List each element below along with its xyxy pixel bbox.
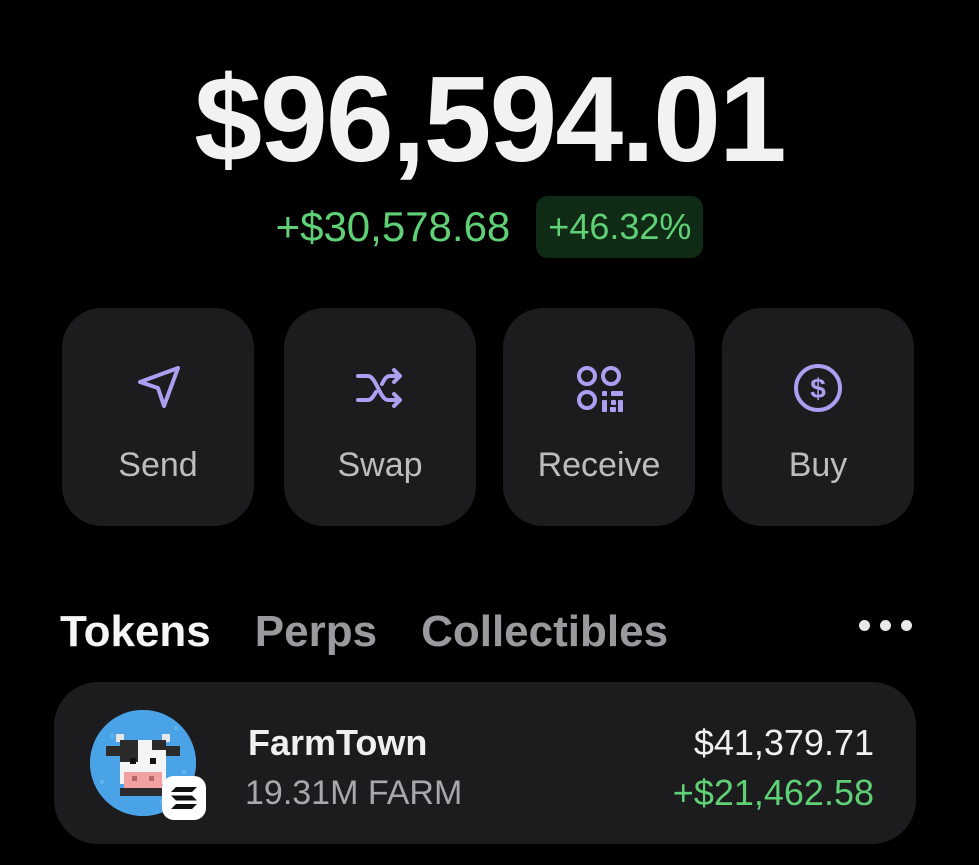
- shuffle-icon: [352, 360, 408, 416]
- solana-icon: [162, 776, 206, 820]
- portfolio-balance: $96,594.01: [194, 51, 787, 187]
- receive-button[interactable]: Receive: [503, 308, 695, 526]
- send-label: Send: [118, 446, 198, 484]
- change-percent-badge: +46.32%: [536, 196, 704, 258]
- token-value: $41,379.71: [693, 722, 874, 763]
- action-buttons: Send Swap Receive $ Buy: [62, 308, 914, 526]
- more-options-icon[interactable]: [859, 620, 912, 631]
- token-row-farmtown[interactable]: FarmTown 19.31M FARM $41,379.71 +$21,462…: [54, 682, 916, 844]
- portfolio-change: +$30,578.68 +46.32%: [0, 196, 979, 258]
- change-amount: +$30,578.68: [275, 203, 511, 250]
- dollar-circle-icon: $: [790, 360, 846, 416]
- receive-label: Receive: [537, 446, 661, 484]
- qr-code-icon: [571, 360, 627, 416]
- swap-button[interactable]: Swap: [284, 308, 476, 526]
- tab-perps[interactable]: Perps: [255, 607, 377, 657]
- swap-label: Swap: [337, 446, 423, 484]
- send-arrow-icon: [130, 360, 186, 416]
- tab-collectibles[interactable]: Collectibles: [421, 607, 668, 657]
- send-button[interactable]: Send: [62, 308, 254, 526]
- token-change: +$21,462.58: [672, 772, 874, 813]
- token-name: FarmTown: [248, 722, 428, 763]
- buy-label: Buy: [788, 446, 848, 484]
- asset-tabs: Tokens Perps Collectibles: [60, 604, 920, 660]
- svg-text:$: $: [810, 373, 826, 404]
- token-amount: 19.31M FARM: [245, 774, 463, 812]
- tab-tokens[interactable]: Tokens: [60, 607, 211, 657]
- buy-button[interactable]: $ Buy: [722, 308, 914, 526]
